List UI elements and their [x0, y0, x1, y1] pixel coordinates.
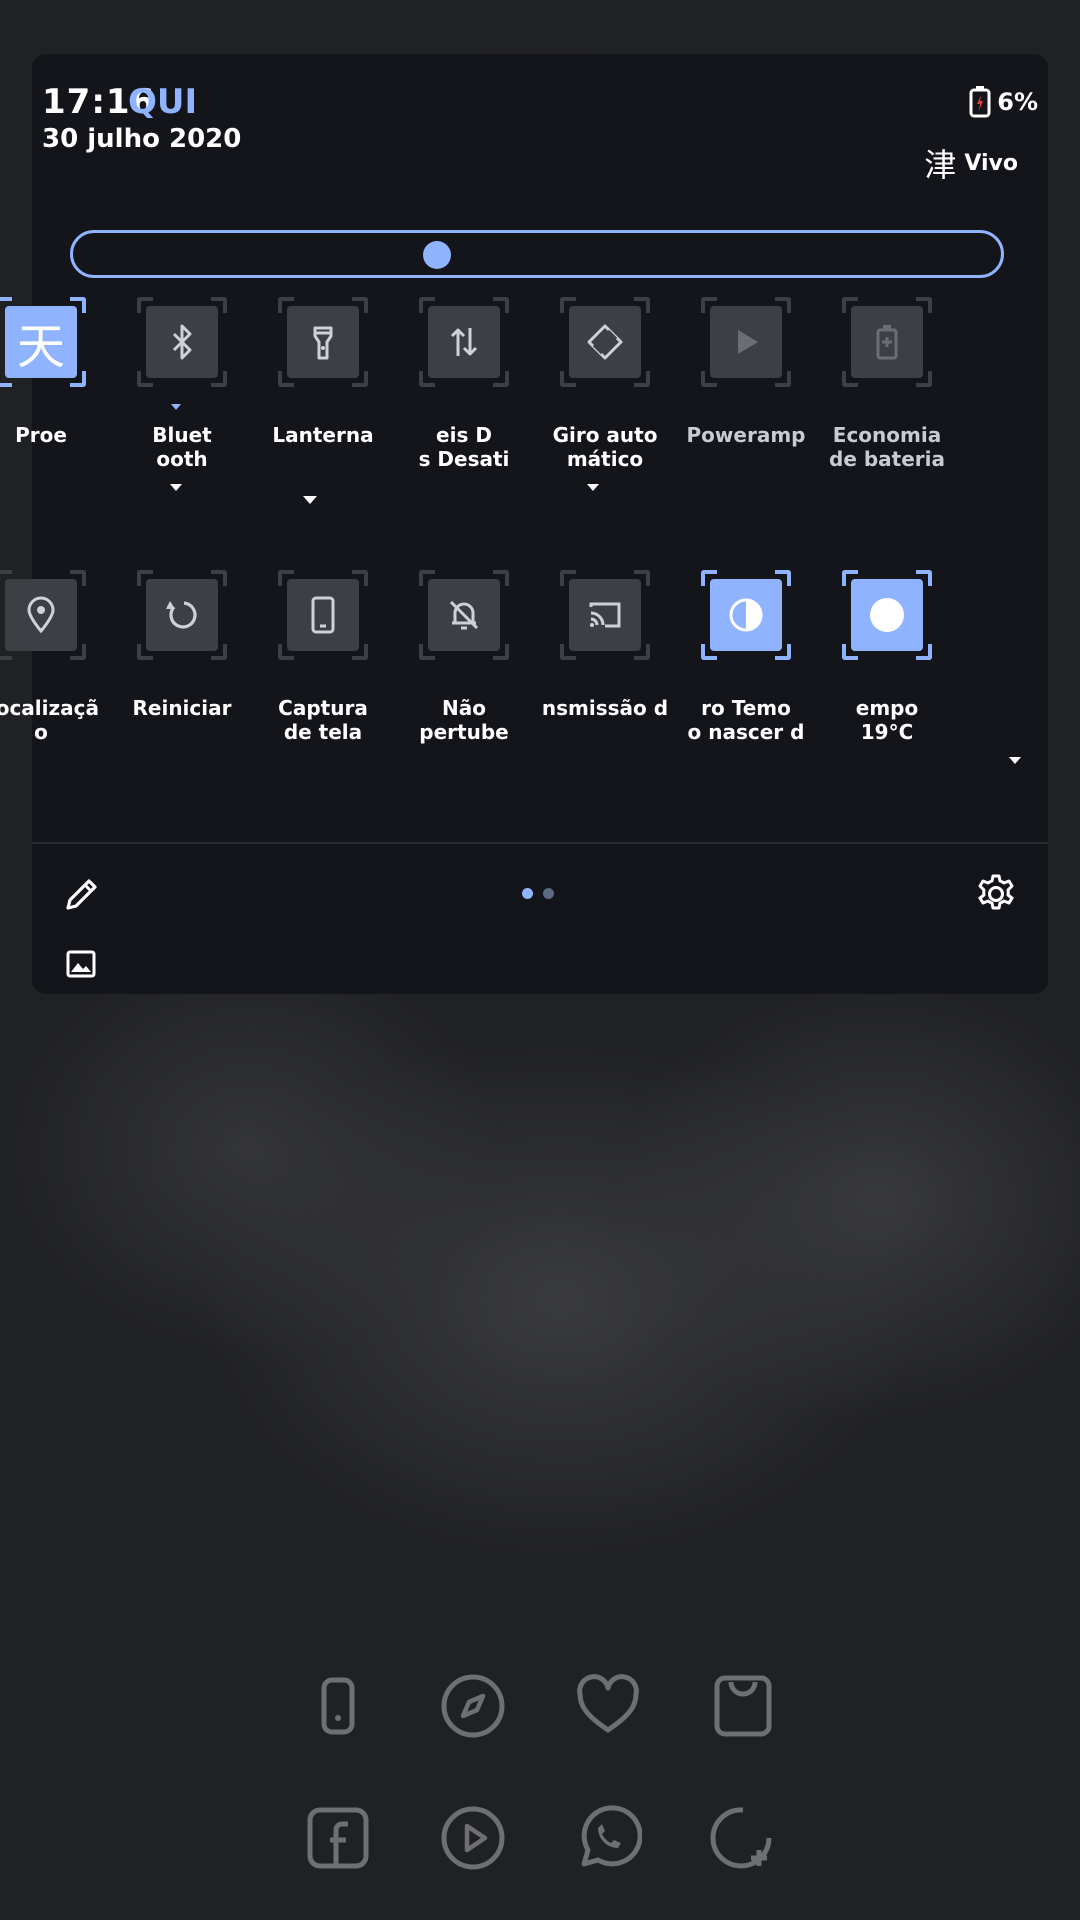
tile-cast[interactable]: [560, 570, 650, 660]
brightness-slider[interactable]: [70, 230, 1004, 278]
tile-label: Economia de bateria: [829, 423, 945, 471]
tile-restart[interactable]: [137, 570, 227, 660]
tile-dropdown-caret-icon[interactable]: [1009, 757, 1021, 764]
contrast-icon: [729, 598, 763, 632]
dock-facebook-button[interactable]: [304, 1804, 372, 1872]
battery-saver-icon: [876, 325, 898, 360]
tile-data-transfer[interactable]: [419, 297, 509, 387]
clock-date[interactable]: 30 julho 2020: [42, 124, 241, 154]
tile-label: Não pertube: [419, 696, 509, 744]
quick-settings-panel: 17:16 QUI 30 julho 2020 6% 津 Vivo 天 Proe B…: [0, 54, 1048, 994]
facebook-icon: [307, 1807, 369, 1869]
clock-day: QUI: [128, 82, 198, 122]
panel-divider: [32, 842, 1048, 844]
do-not-disturb-icon: [449, 600, 479, 630]
tile-box: [146, 306, 218, 378]
battery-percent: 6%: [997, 88, 1038, 116]
tile-label: Localizaçã o: [0, 696, 100, 744]
page-indicator: [522, 888, 554, 899]
dock-whatsapp-button[interactable]: [574, 1804, 643, 1872]
add-app-icon: [710, 1807, 772, 1869]
tile-label: Proe: [15, 423, 67, 447]
tile-box: 天: [5, 306, 77, 378]
tile-circle[interactable]: [842, 570, 932, 660]
dock-shopping-bag-button[interactable]: [709, 1672, 777, 1740]
tile-label: Giro auto mático: [552, 423, 658, 471]
play-icon: [738, 330, 758, 354]
dock-phone-button[interactable]: [304, 1672, 372, 1740]
tile-label: eis D s Desati: [418, 423, 510, 471]
tile-box: [569, 579, 641, 651]
tile-play[interactable]: [701, 297, 791, 387]
heart-icon: [577, 1674, 639, 1733]
dock-compass-button[interactable]: [439, 1672, 507, 1740]
compass-icon: [441, 1674, 505, 1738]
battery-icon: [969, 86, 991, 118]
tile-dropdown-caret-icon[interactable]: [303, 496, 317, 504]
data-transfer-icon: [450, 328, 478, 356]
dock-play-circle-button[interactable]: [439, 1804, 507, 1872]
tile-dropdown-caret-icon[interactable]: [587, 484, 599, 491]
flashlight-icon: [313, 326, 333, 360]
tile-box: [428, 579, 500, 651]
screenshot-icon: [311, 596, 335, 634]
tile-location[interactable]: [0, 570, 86, 660]
page-dot[interactable]: [543, 888, 554, 899]
tile-weather-kanji[interactable]: 天: [0, 297, 86, 387]
tile-label: Reiniciar: [132, 696, 232, 720]
tile-contrast[interactable]: [701, 570, 791, 660]
tile-box: [710, 579, 782, 651]
tile-label: ro Temo o nascer d: [687, 696, 805, 744]
tile-label: Lanterna: [272, 423, 374, 447]
brightness-slider-thumb[interactable]: [423, 241, 452, 269]
tile-box: [428, 306, 500, 378]
tile-flashlight[interactable]: [278, 297, 368, 387]
tile-box: [569, 306, 641, 378]
bluetooth-icon: [172, 324, 192, 360]
shopping-bag-icon: [714, 1675, 772, 1737]
tile-label: empo 19°C: [855, 696, 919, 744]
tile-label: Bluet ooth: [152, 423, 212, 471]
page-dot[interactable]: [522, 888, 533, 899]
tile-box: [710, 306, 782, 378]
dock-heart-button[interactable]: [574, 1672, 642, 1740]
tile-box: [851, 579, 923, 651]
whatsapp-icon: [581, 1805, 643, 1867]
tile-do-not-disturb[interactable]: [419, 570, 509, 660]
tile-box: [5, 579, 77, 651]
tile-label: nsmissão d: [541, 696, 669, 720]
tile-bluetooth[interactable]: [137, 297, 227, 387]
edit-pencil-icon[interactable]: [62, 874, 102, 914]
settings-gear-icon[interactable]: [974, 872, 1018, 916]
tile-battery-saver[interactable]: [842, 297, 932, 387]
carrier-info: 津 Vivo: [924, 140, 1018, 186]
tile-box: [287, 306, 359, 378]
location-icon: [27, 596, 55, 634]
tile-box: [287, 579, 359, 651]
auto-rotate-icon: [587, 324, 623, 360]
dock-add-app-button[interactable]: [709, 1804, 777, 1872]
tile-box: [146, 579, 218, 651]
tile-label: Poweramp: [686, 423, 806, 447]
weather-kanji-icon: 天: [16, 319, 65, 375]
carrier-name: Vivo: [964, 150, 1018, 176]
tile-dropdown-caret-icon[interactable]: [171, 404, 181, 410]
restart-icon: [166, 601, 197, 629]
tile-auto-rotate[interactable]: [560, 297, 650, 387]
play-circle-icon: [441, 1806, 505, 1870]
tile-label: Captura de tela: [278, 696, 368, 744]
tile-screenshot[interactable]: [278, 570, 368, 660]
carrier-glyph: 津: [924, 146, 957, 184]
phone-icon: [321, 1677, 355, 1735]
wallpaper-image-icon[interactable]: [66, 950, 96, 978]
tile-box: [851, 306, 923, 378]
battery-status: 6%: [969, 86, 1038, 118]
circle-icon: [870, 598, 904, 632]
tile-dropdown-caret-icon[interactable]: [170, 484, 182, 491]
cast-icon: [589, 602, 621, 628]
